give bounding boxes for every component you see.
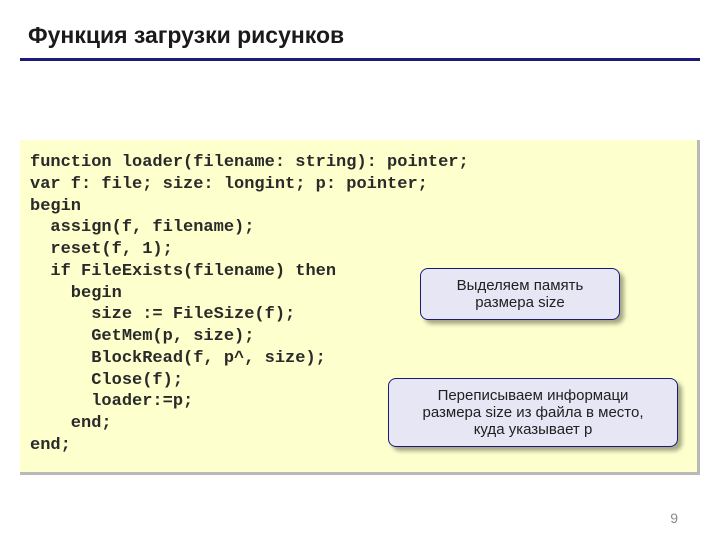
- page-number: 9: [670, 510, 678, 526]
- callout-allocate-memory: Выделяем память размера size: [420, 268, 620, 320]
- callout-line: размера size из файла в место,: [423, 404, 644, 421]
- callout-copy-data: Переписываем информаци размера size из ф…: [388, 378, 678, 447]
- title-underline: [20, 58, 700, 61]
- callout-line: куда указывает p: [474, 421, 593, 438]
- callout-line: Переписываем информаци: [438, 387, 629, 404]
- callout-line: размера size: [475, 294, 565, 311]
- slide-title: Функция загрузки рисунков: [28, 22, 344, 49]
- callout-line: Выделяем память: [457, 277, 584, 294]
